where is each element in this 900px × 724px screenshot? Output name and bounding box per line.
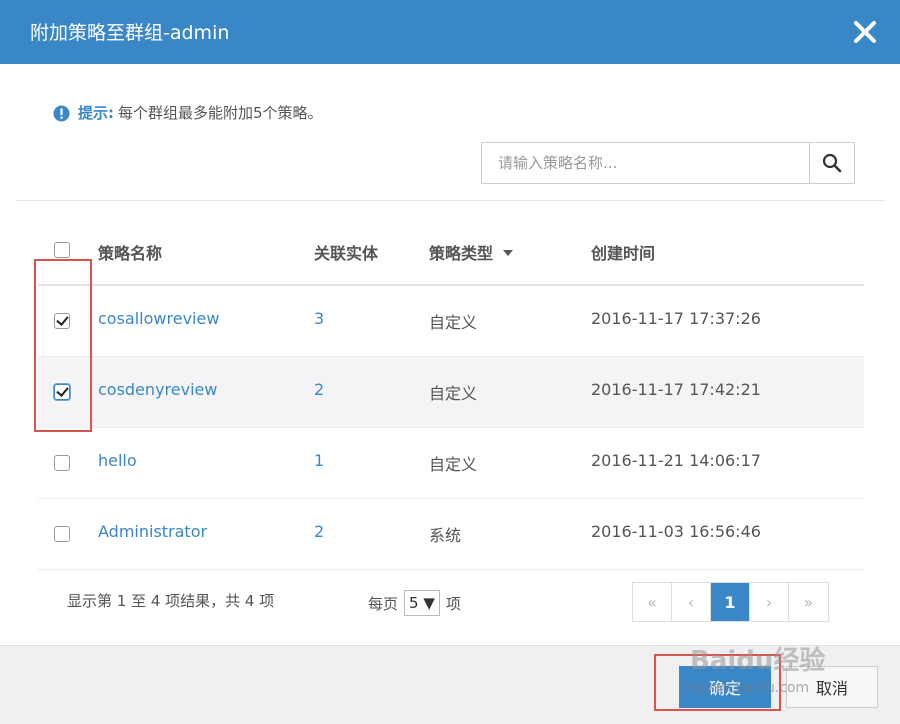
table-header: 策略名称 关联实体 策略类型 创建时间 [38,218,864,286]
column-header-type[interactable]: 策略类型 [429,240,514,264]
tip-message: 提示: 每个群组最多能附加5个策略。 [53,101,323,125]
policy-type: 系统 [429,526,462,545]
search-button[interactable] [809,143,854,183]
page-size-prefix: 每页 [368,594,399,613]
search-input[interactable] [482,143,809,183]
entity-count-link[interactable]: 3 [314,309,324,328]
dialog-titlebar: 附加策略至群组-admin [0,0,900,64]
info-icon [53,105,70,121]
created-time: 2016-11-03 16:56:46 [591,522,761,541]
tip-label: 提示: [78,104,114,122]
tip-text: 每个群组最多能附加5个策略。 [118,104,323,122]
table-row: cosallowreview 3 自定义 2016-11-17 17:37:26 [38,286,864,357]
policy-table: 策略名称 关联实体 策略类型 创建时间 cosallowreview 3 自定义… [38,218,864,570]
search-box [481,142,855,184]
policy-name-link[interactable]: cosdenyreview [98,380,217,399]
table-row: Administrator 2 系统 2016-11-03 16:56:46 [38,499,864,570]
dialog-title: 附加策略至群组-admin [30,22,230,44]
entity-count-link[interactable]: 2 [314,380,324,399]
row-checkbox[interactable] [54,526,70,542]
page-1-button[interactable]: 1 [711,583,750,621]
next-page-button[interactable]: › [750,583,789,621]
policy-name-link[interactable]: cosallowreview [98,309,219,328]
policy-type: 自定义 [429,384,478,403]
entity-count-link[interactable]: 2 [314,522,324,541]
pagination-info: 显示第 1 至 4 项结果，共 4 项 [67,592,275,610]
table-row: cosdenyreview 2 自定义 2016-11-17 17:42:21 [38,357,864,428]
column-header-name: 策略名称 [98,244,163,263]
select-all-checkbox[interactable] [54,242,70,258]
last-page-button[interactable]: » [789,583,828,621]
caret-down-icon [503,249,514,256]
prev-page-button[interactable]: ‹ [672,583,711,621]
checkbox-highlight-annotation [34,259,92,432]
divider [15,200,885,201]
created-time: 2016-11-21 14:06:17 [591,451,761,470]
column-header-created: 创建时间 [591,244,656,263]
column-header-type-label: 策略类型 [429,244,494,263]
row-checkbox[interactable] [54,455,70,471]
first-page-button[interactable]: « [633,583,672,621]
page-size-suffix: 项 [445,594,461,613]
policy-name-link[interactable]: hello [98,451,137,470]
policy-type: 自定义 [429,313,478,332]
created-time: 2016-11-17 17:37:26 [591,309,761,328]
table-row: hello 1 自定义 2016-11-21 14:06:17 [38,428,864,499]
pagination: « ‹ 1 › » [632,582,829,622]
confirm-highlight-annotation [654,654,781,711]
column-header-entities: 关联实体 [314,244,379,263]
close-icon[interactable] [852,19,878,45]
page-size-select[interactable]: 5 ▼ [404,590,440,616]
search-icon [822,153,842,173]
entity-count-link[interactable]: 1 [314,451,324,470]
page-size-control: 每页 5 ▼ 项 [368,590,461,616]
policy-type: 自定义 [429,455,478,474]
created-time: 2016-11-17 17:42:21 [591,380,761,399]
cancel-button[interactable]: 取消 [786,666,878,708]
policy-name-link[interactable]: Administrator [98,522,207,541]
